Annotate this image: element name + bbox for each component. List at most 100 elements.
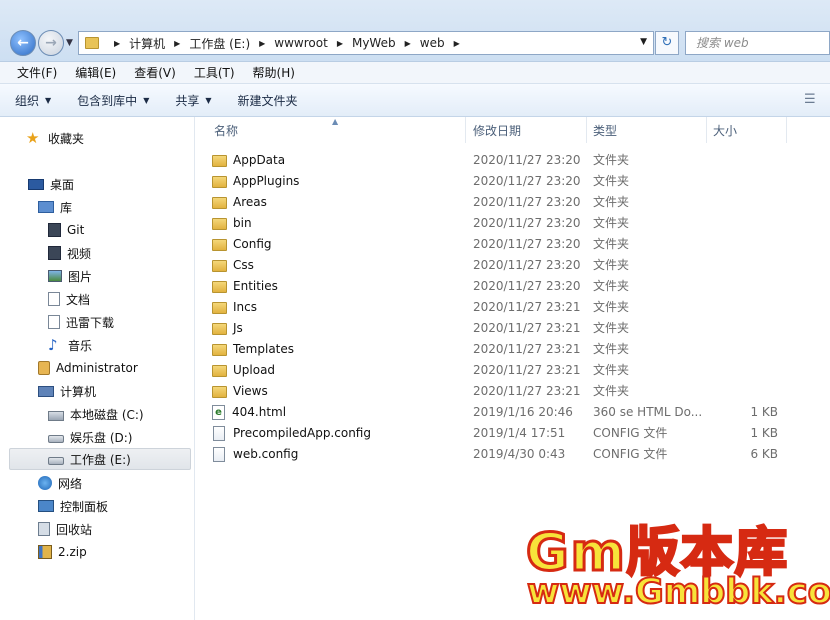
menu-tools[interactable]: 工具(T) — [194, 64, 235, 81]
chevron-right-icon[interactable]: ▶ — [337, 39, 343, 48]
sidebar-item-label: 收藏夹 — [48, 131, 85, 146]
breadcrumb-web[interactable]: web — [420, 36, 445, 50]
picture-icon — [48, 270, 62, 282]
file-type: 文件夹 — [593, 237, 630, 251]
column-header-type[interactable]: 类型 — [587, 117, 707, 143]
sidebar-item-control-panel[interactable]: 控制面板 — [38, 495, 108, 517]
history-dropdown-icon[interactable]: ▼ — [66, 38, 73, 48]
file-size — [706, 213, 778, 234]
column-header-date[interactable]: 修改日期 — [467, 117, 587, 143]
change-view-icon[interactable]: ☰ — [804, 92, 820, 108]
file-name-cell: e 404.html — [212, 402, 286, 423]
file-name: Upload — [233, 363, 276, 377]
file-date: 2020/11/27 23:20 — [473, 153, 581, 167]
breadcrumb-work-drive[interactable]: 工作盘 (E:) — [189, 35, 250, 52]
file-row[interactable]: Entities 2020/11/27 23:20 文件夹 — [196, 276, 830, 297]
folder-icon — [212, 175, 227, 188]
organize-button[interactable]: 组织 ▼ — [15, 92, 51, 109]
chevron-right-icon[interactable]: ▶ — [405, 39, 411, 48]
sidebar-item-git[interactable]: Git — [48, 219, 84, 241]
config-file-icon — [213, 426, 225, 441]
config-file-icon — [213, 447, 225, 462]
file-name: PrecompiledApp.config — [233, 426, 371, 440]
file-row[interactable]: Js 2020/11/27 23:21 文件夹 — [196, 318, 830, 339]
chevron-right-icon[interactable]: ▶ — [114, 39, 120, 48]
sidebar-item-label: 工作盘 (E:) — [70, 452, 131, 467]
new-folder-button[interactable]: 新建文件夹 — [238, 92, 298, 109]
column-header-size[interactable]: 大小 — [707, 117, 787, 143]
file-row[interactable]: bin 2020/11/27 23:20 文件夹 — [196, 213, 830, 234]
address-field[interactable]: ▶ 计算机 ▶ 工作盘 (E:) ▶ wwwroot ▶ MyWeb ▶ web… — [78, 31, 654, 55]
sidebar-item-documents[interactable]: 文档 — [48, 288, 90, 310]
file-name-cell: Views — [212, 381, 268, 402]
file-name: Entities — [233, 279, 278, 293]
forward-button[interactable]: → — [38, 30, 64, 56]
sidebar-item-thunder-downloads[interactable]: 迅雷下载 — [48, 311, 114, 333]
file-name-cell: Incs — [212, 297, 257, 318]
file-name-cell: PrecompiledApp.config — [212, 423, 371, 444]
arrow-right-icon: → — [45, 35, 57, 51]
menu-edit[interactable]: 编辑(E) — [75, 64, 116, 81]
chevron-right-icon[interactable]: ▶ — [174, 39, 180, 48]
sidebar-item-drive-d[interactable]: 娱乐盘 (D:) — [48, 426, 132, 448]
file-date: 2020/11/27 23:21 — [473, 384, 581, 398]
git-library-icon — [48, 223, 61, 237]
file-size: 1 KB — [750, 405, 778, 419]
breadcrumb-myweb[interactable]: MyWeb — [352, 36, 396, 50]
sidebar-item-recycle-bin[interactable]: 回收站 — [38, 518, 92, 540]
sidebar-item-drive-c[interactable]: 本地磁盘 (C:) — [48, 403, 144, 425]
command-bar: 组织 ▼ 包含到库中 ▼ 共享 ▼ 新建文件夹 ☰ — [0, 84, 830, 117]
address-dropdown-icon[interactable]: ▼ — [640, 37, 647, 47]
menu-help[interactable]: 帮助(H) — [253, 64, 295, 81]
menu-file[interactable]: 文件(F) — [17, 64, 57, 81]
search-input[interactable]: 搜索 web — [685, 31, 830, 55]
file-row[interactable]: e 404.html 2019/1/16 20:46 360 se HTML Do..… — [196, 402, 830, 423]
file-row[interactable]: PrecompiledApp.config 2019/1/4 17:51 CONFI… — [196, 423, 830, 444]
file-date: 2020/11/27 23:21 — [473, 321, 581, 335]
share-button[interactable]: 共享 ▼ — [175, 92, 211, 109]
sidebar-item-drive-e[interactable]: 工作盘 (E:) — [9, 448, 191, 470]
file-row[interactable]: Config 2020/11/27 23:20 文件夹 — [196, 234, 830, 255]
network-icon — [38, 476, 52, 490]
sidebar-item-videos[interactable]: 视频 — [48, 242, 91, 264]
file-row[interactable]: Incs 2020/11/27 23:21 文件夹 — [196, 297, 830, 318]
file-size: 1 KB — [750, 426, 778, 440]
file-row[interactable]: web.config 2019/4/30 0:43 CONFIG 文件 6 KB — [196, 444, 830, 465]
sidebar-item-network[interactable]: 网络 — [38, 472, 82, 494]
file-row[interactable]: Css 2020/11/27 23:20 文件夹 — [196, 255, 830, 276]
file-name-cell: Js — [212, 318, 243, 339]
sidebar-item-favorites[interactable]: ★ 收藏夹 — [26, 127, 84, 149]
refresh-button[interactable]: ↻ — [655, 31, 679, 55]
file-row[interactable]: Upload 2020/11/27 23:21 文件夹 — [196, 360, 830, 381]
file-row[interactable]: Areas 2020/11/27 23:20 文件夹 — [196, 192, 830, 213]
file-type: 文件夹 — [593, 195, 630, 209]
back-button[interactable]: ← — [10, 30, 36, 56]
menu-view[interactable]: 查看(V) — [134, 64, 176, 81]
include-in-library-button[interactable]: 包含到库中 ▼ — [77, 92, 149, 109]
file-name-cell: AppData — [212, 150, 285, 171]
column-header-name[interactable]: 名称 — [208, 117, 466, 143]
sidebar-item-computer[interactable]: 计算机 — [38, 380, 96, 402]
file-type: 文件夹 — [593, 216, 630, 230]
folder-icon — [212, 238, 227, 251]
file-row[interactable]: AppData 2020/11/27 23:20 文件夹 — [196, 150, 830, 171]
file-name: AppData — [233, 153, 286, 167]
sidebar-item-music[interactable]: ♪ 音乐 — [48, 334, 92, 356]
sidebar-item-pictures[interactable]: 图片 — [48, 265, 92, 287]
file-date: 2020/11/27 23:21 — [473, 342, 581, 356]
file-name: web.config — [233, 447, 299, 461]
sidebar-item-desktop[interactable]: 桌面 — [28, 173, 74, 195]
new-folder-label: 新建文件夹 — [237, 93, 298, 108]
sidebar-item-administrator[interactable]: Administrator — [38, 357, 138, 379]
breadcrumb-wwwroot[interactable]: wwwroot — [274, 36, 328, 50]
chevron-right-icon[interactable]: ▶ — [259, 39, 265, 48]
file-name-cell: Entities — [212, 276, 278, 297]
sidebar-item-zip[interactable]: 2.zip — [38, 541, 87, 563]
file-row[interactable]: AppPlugins 2020/11/27 23:20 文件夹 — [196, 171, 830, 192]
chevron-right-icon[interactable]: ▶ — [454, 39, 460, 48]
sidebar-item-library[interactable]: 库 — [38, 196, 72, 218]
file-row[interactable]: Views 2020/11/27 23:21 文件夹 — [196, 381, 830, 402]
folder-icon — [85, 37, 99, 49]
file-row[interactable]: Templates 2020/11/27 23:21 文件夹 — [196, 339, 830, 360]
breadcrumb-computer[interactable]: 计算机 — [129, 35, 165, 52]
